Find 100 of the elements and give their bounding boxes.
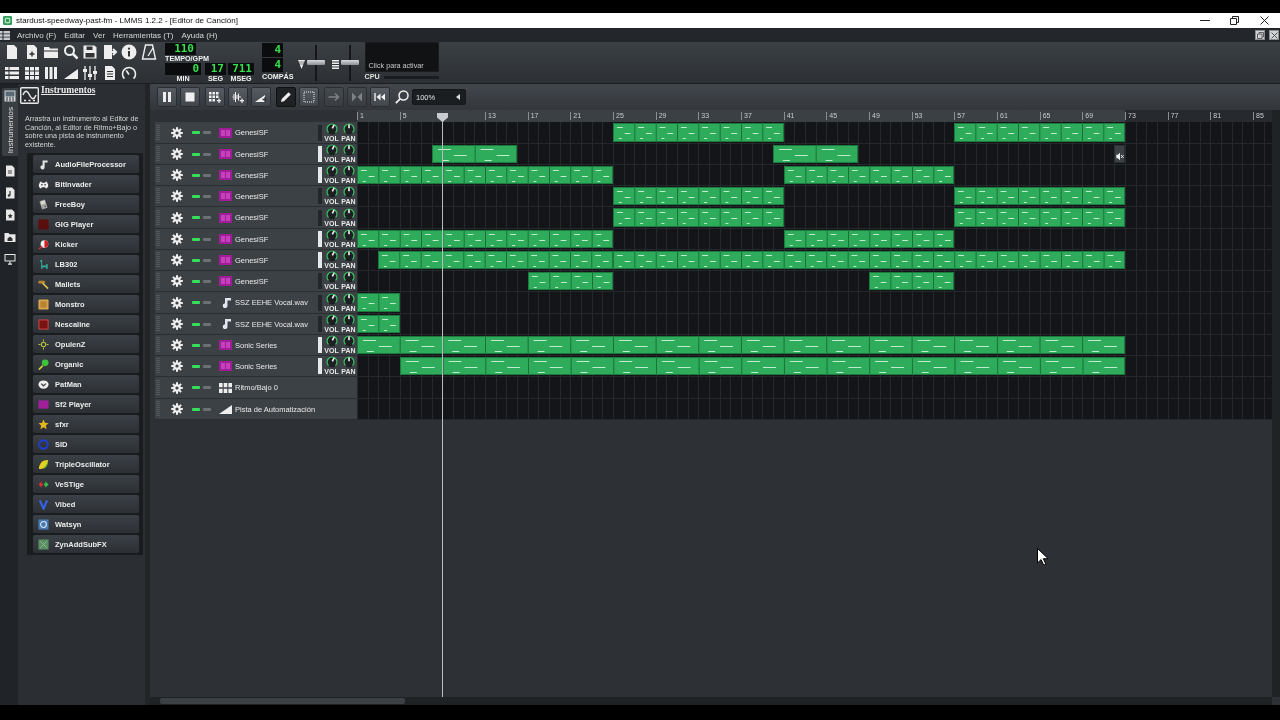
pattern-clip[interactable] (613, 208, 784, 227)
loop-points-button[interactable] (347, 87, 367, 107)
pattern-clip[interactable] (869, 272, 955, 290)
volume-knob[interactable] (325, 314, 338, 326)
list-icon[interactable] (0, 30, 10, 40)
vertical-scrollbar[interactable] (1272, 110, 1280, 697)
faders-icon[interactable] (82, 65, 98, 81)
gear-icon[interactable] (171, 339, 183, 351)
pattern-clip[interactable] (378, 251, 613, 269)
mute-button[interactable] (192, 364, 200, 368)
gear-icon[interactable] (171, 233, 183, 245)
slider-thumb[interactable] (306, 60, 325, 65)
mute-button[interactable] (192, 173, 200, 177)
mute-button[interactable] (192, 343, 200, 347)
pattern-clip[interactable] (357, 336, 1125, 354)
dots-grid-icon[interactable] (23, 65, 40, 81)
horizontal-scrollbar[interactable] (150, 697, 1272, 705)
add-automation-track-button[interactable] (251, 87, 271, 107)
auto-scroll-button[interactable] (324, 87, 344, 107)
gear-icon[interactable] (171, 318, 183, 330)
pan-knob[interactable] (342, 292, 355, 305)
menu-item[interactable]: Archivo (F) (17, 30, 57, 40)
pitch-slider[interactable] (340, 44, 359, 81)
pause-button[interactable] (157, 87, 177, 107)
piano-keys-icon[interactable] (43, 65, 59, 81)
gear-icon[interactable] (171, 275, 183, 287)
add-beat-bass-button[interactable] (205, 87, 225, 107)
gear-icon[interactable] (171, 190, 183, 202)
pattern-clip[interactable] (783, 166, 955, 184)
sidebar-tab[interactable]: Instrumentos (2, 88, 18, 157)
gauge-icon[interactable] (121, 65, 137, 81)
pattern-clip[interactable] (954, 187, 1125, 205)
pattern-clip[interactable] (357, 166, 613, 184)
tempo-display[interactable]: 110 (165, 43, 196, 55)
pan-knob[interactable] (342, 122, 355, 135)
pan-knob[interactable] (342, 165, 355, 177)
metronome-icon[interactable] (140, 44, 157, 60)
mute-button[interactable] (192, 258, 200, 262)
pan-knob[interactable] (342, 144, 355, 156)
pan-knob[interactable] (342, 335, 355, 347)
time-signature-display[interactable]: 4 (262, 43, 283, 57)
magnifier-icon[interactable] (62, 44, 79, 60)
volume-knob[interactable] (325, 186, 338, 198)
pattern-clip[interactable] (783, 230, 955, 248)
pattern-clip[interactable] (357, 293, 400, 312)
pattern-clip[interactable] (613, 123, 784, 142)
return-to-start-button[interactable] (370, 87, 390, 107)
time-display[interactable]: 711 (228, 63, 254, 75)
select-mode-button[interactable] (299, 87, 319, 107)
document-arrow-icon[interactable] (101, 44, 118, 60)
stop-button[interactable] (180, 87, 200, 107)
volume-knob[interactable] (325, 144, 338, 156)
volume-knob[interactable] (325, 122, 338, 135)
gear-icon[interactable] (171, 148, 183, 160)
gear-icon[interactable] (171, 403, 183, 415)
pattern-clip[interactable] (954, 123, 1125, 142)
floppy-icon[interactable] (82, 44, 98, 60)
pattern-clip[interactable] (1114, 145, 1125, 163)
time-display[interactable]: 0 (165, 63, 201, 75)
gear-icon[interactable] (171, 169, 183, 181)
pattern-clip[interactable] (613, 187, 784, 205)
pan-knob[interactable] (342, 207, 355, 220)
pattern-clip[interactable] (527, 272, 613, 290)
slider-thumb[interactable] (340, 60, 359, 65)
time-display[interactable]: 17 (205, 63, 226, 75)
volume-knob[interactable] (325, 165, 338, 177)
pan-knob[interactable] (342, 229, 355, 241)
pan-knob[interactable] (342, 271, 355, 283)
folder-icon[interactable] (43, 44, 59, 60)
pattern-clip[interactable] (357, 230, 613, 248)
gear-icon[interactable] (171, 126, 183, 139)
pan-knob[interactable] (342, 186, 355, 198)
mute-button[interactable] (192, 194, 200, 198)
add-sample-track-button[interactable] (228, 87, 248, 107)
volume-knob[interactable] (325, 229, 338, 241)
pan-knob[interactable] (342, 314, 355, 326)
pattern-clip[interactable] (954, 208, 1125, 227)
volume-knob[interactable] (325, 250, 338, 262)
pan-knob[interactable] (342, 356, 355, 368)
menu-item[interactable]: Editar (64, 30, 86, 40)
volume-knob[interactable] (325, 271, 338, 283)
mute-button[interactable] (192, 152, 200, 156)
volume-knob[interactable] (325, 207, 338, 220)
time-signature-display[interactable]: 4 (262, 58, 283, 72)
menu-item[interactable]: Ayuda (H) (181, 30, 218, 40)
gear-icon[interactable] (171, 360, 183, 372)
gear-icon[interactable] (171, 254, 183, 266)
volume-knob[interactable] (325, 356, 338, 368)
pattern-clip[interactable] (399, 357, 1125, 375)
mute-button[interactable] (192, 279, 200, 283)
volume-knob[interactable] (325, 292, 338, 305)
mute-button[interactable] (192, 407, 200, 411)
rows-icon[interactable] (4, 65, 20, 81)
pan-knob[interactable] (342, 250, 355, 262)
mute-button[interactable] (192, 237, 200, 241)
gear-icon[interactable] (171, 296, 183, 309)
info-icon[interactable] (121, 44, 137, 60)
pattern-clip[interactable] (773, 145, 859, 163)
draw-mode-button[interactable] (276, 87, 296, 107)
scrollbar-thumb[interactable] (160, 698, 405, 704)
